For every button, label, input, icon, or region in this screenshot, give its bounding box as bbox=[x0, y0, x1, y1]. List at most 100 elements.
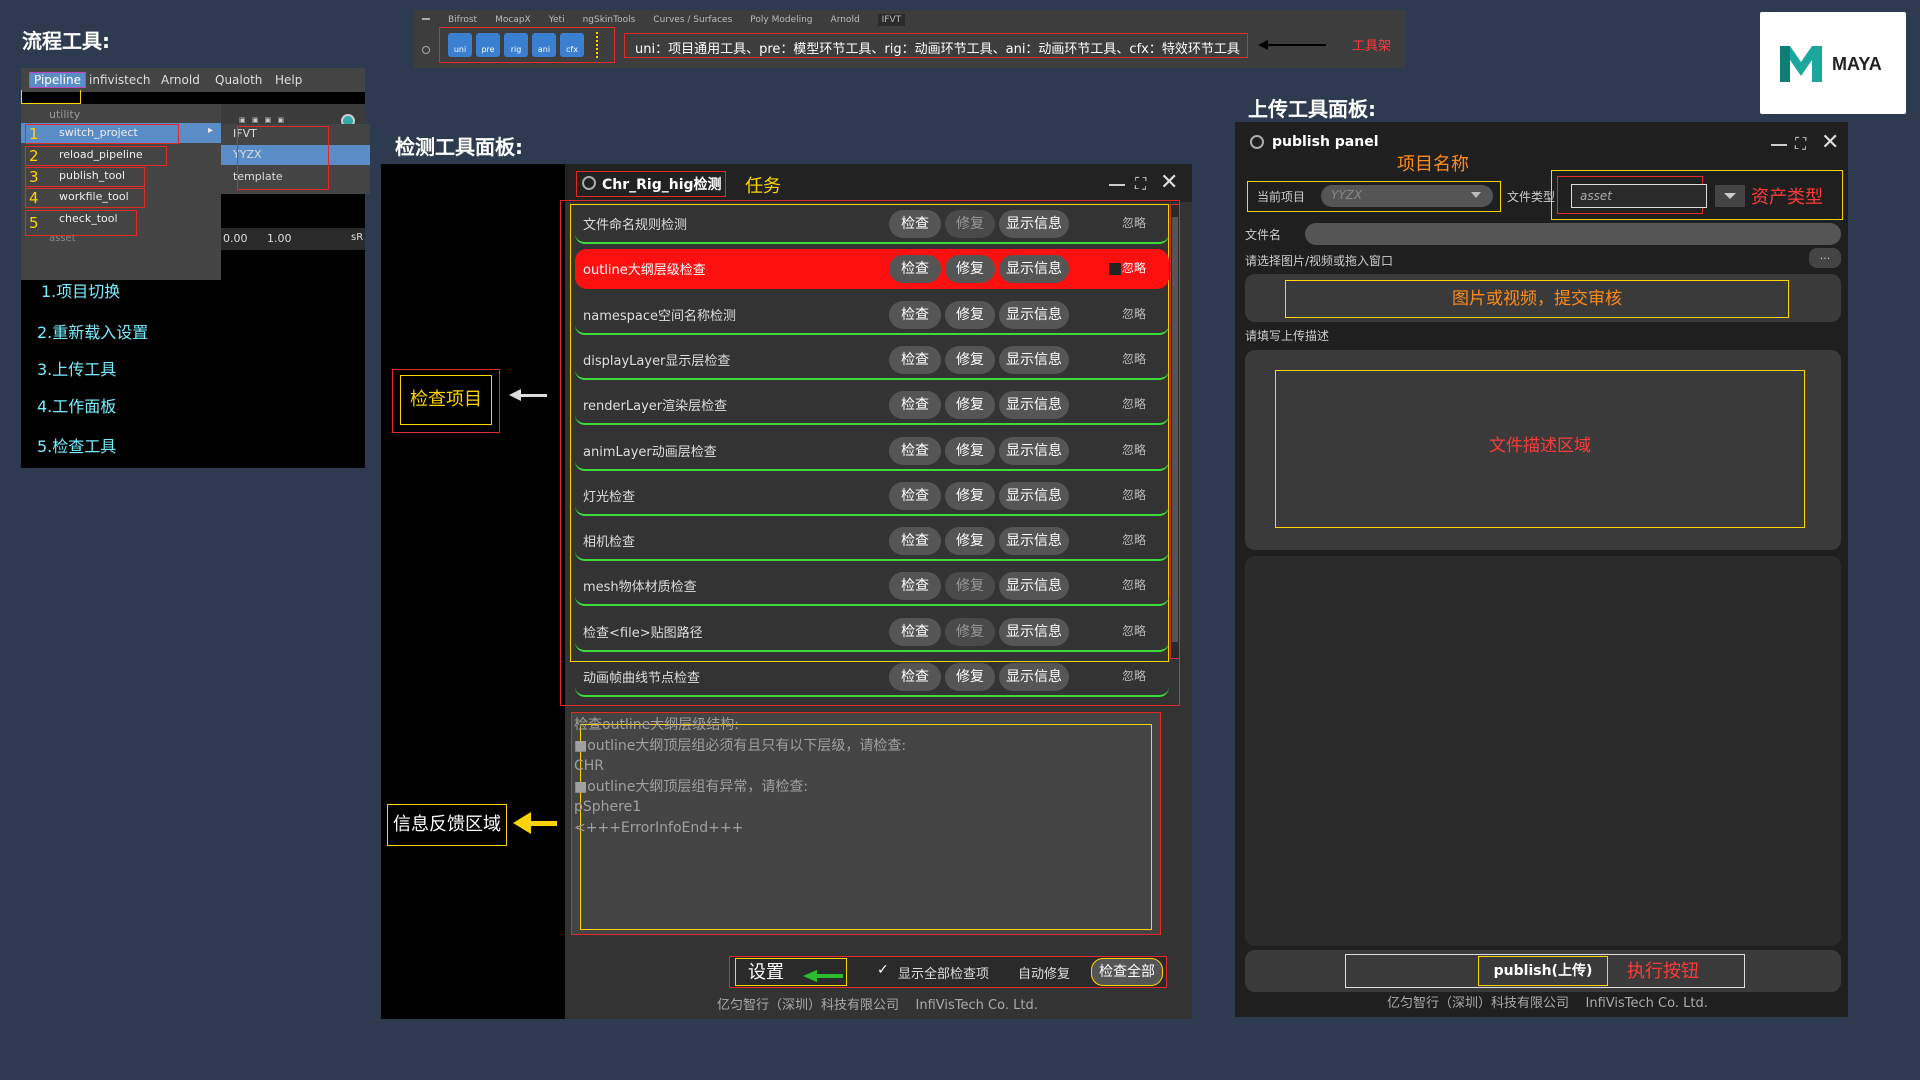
ignore-checkbox[interactable] bbox=[1109, 218, 1121, 230]
shelf-gear-icon[interactable] bbox=[422, 46, 430, 54]
check-button[interactable]: 检查 bbox=[889, 617, 941, 646]
show-info-button[interactable]: 显示信息 bbox=[999, 391, 1069, 420]
shelf-tab[interactable]: Arnold bbox=[831, 15, 860, 25]
fix-button[interactable]: 修复 bbox=[945, 572, 995, 601]
shelf-tab[interactable]: MocapX bbox=[495, 15, 531, 25]
maximize-icon[interactable]: ⛶ bbox=[1795, 134, 1806, 154]
shelf-icon-rig[interactable]: rig bbox=[504, 33, 528, 57]
check-button[interactable]: 检查 bbox=[889, 663, 941, 691]
check-button[interactable]: 检查 bbox=[889, 436, 941, 465]
show-info-button[interactable]: 显示信息 bbox=[999, 345, 1069, 374]
fix-button[interactable]: 修复 bbox=[945, 527, 995, 556]
shelf-icon-ani[interactable]: ani bbox=[532, 33, 556, 57]
filename-input[interactable] bbox=[1305, 223, 1841, 245]
ignore-checkbox[interactable] bbox=[1109, 580, 1121, 592]
shelf-tab[interactable]: Curves / Surfaces bbox=[653, 15, 732, 25]
minimize-icon[interactable] bbox=[1771, 144, 1787, 146]
fix-button[interactable]: 修复 bbox=[945, 391, 995, 420]
file-type-dropdown-button[interactable] bbox=[1715, 185, 1745, 207]
publish-button[interactable]: publish(上传) bbox=[1478, 956, 1608, 986]
check-button[interactable]: 检查 bbox=[889, 345, 941, 374]
ignore-label[interactable]: 忽略 bbox=[1122, 531, 1146, 548]
browse-button[interactable]: ... bbox=[1809, 248, 1841, 268]
ignore-checkbox[interactable] bbox=[1109, 309, 1121, 321]
shelf-menu-icon[interactable] bbox=[422, 18, 430, 20]
app-icon bbox=[1250, 135, 1264, 149]
ignore-label[interactable]: 忽略 bbox=[1122, 214, 1146, 231]
close-icon[interactable]: ✕ bbox=[1821, 130, 1839, 155]
ignore-label[interactable]: 忽略 bbox=[1122, 486, 1146, 503]
ignore-label[interactable]: 忽略 bbox=[1122, 441, 1146, 458]
shelf-icon-pre[interactable]: pre bbox=[476, 33, 500, 57]
shelf-tab[interactable]: Bifrost bbox=[448, 15, 477, 25]
shelf-icon-cfx[interactable]: cfx bbox=[560, 33, 584, 57]
check-button[interactable]: 检查 bbox=[889, 210, 941, 238]
ignore-checkbox[interactable] bbox=[1109, 399, 1121, 411]
ignore-label[interactable]: 忽略 bbox=[1122, 350, 1146, 367]
show-info-button[interactable]: 显示信息 bbox=[999, 300, 1069, 329]
show-info-button[interactable]: 显示信息 bbox=[999, 663, 1069, 691]
check-button[interactable]: 检查 bbox=[889, 572, 941, 601]
show-info-button[interactable]: 显示信息 bbox=[999, 481, 1069, 510]
ignore-label[interactable]: 忽略 bbox=[1122, 259, 1146, 276]
description-input[interactable]: 文件描述区域 bbox=[1245, 350, 1841, 550]
ignore-label[interactable]: 忽略 bbox=[1122, 395, 1146, 412]
fix-button[interactable]: 修复 bbox=[945, 345, 995, 374]
show-info-button[interactable]: 显示信息 bbox=[999, 436, 1069, 465]
ignore-label[interactable]: 忽略 bbox=[1122, 576, 1146, 593]
menu-infivistech[interactable]: infivistech bbox=[89, 73, 150, 87]
ignore-checkbox[interactable] bbox=[1109, 490, 1121, 502]
fix-button[interactable]: 修复 bbox=[945, 436, 995, 465]
value-field[interactable]: 1.00 bbox=[267, 232, 292, 245]
fix-button[interactable]: 修复 bbox=[945, 210, 995, 238]
feedback-area[interactable]: 检查outline大纲层级结构: ■outline大纲顶层组必须有且只有以下层级，… bbox=[571, 712, 1161, 935]
maximize-icon[interactable]: ⛶ bbox=[1135, 174, 1146, 194]
ignore-checkbox[interactable] bbox=[1109, 263, 1121, 276]
auto-fix-checkbox-label[interactable]: 自动修复 bbox=[1018, 963, 1070, 982]
fix-button[interactable]: 修复 bbox=[945, 255, 995, 284]
step-4: 4.工作面板 bbox=[37, 397, 117, 416]
ignore-label[interactable]: 忽略 bbox=[1122, 305, 1146, 322]
ignore-checkbox[interactable] bbox=[1109, 671, 1121, 683]
shelf-tab[interactable]: ngSkinTools bbox=[583, 15, 636, 25]
file-type-select[interactable]: asset bbox=[1571, 184, 1707, 208]
show-info-button[interactable]: 显示信息 bbox=[999, 527, 1069, 556]
shelf-tab-active[interactable]: IFVT bbox=[877, 14, 906, 26]
shelf-icon-uni[interactable]: uni bbox=[448, 33, 472, 57]
value-field[interactable]: 0.00 bbox=[223, 232, 248, 245]
ignore-checkbox[interactable] bbox=[1109, 445, 1121, 457]
scrollbar[interactable] bbox=[1170, 204, 1180, 659]
ignore-label[interactable]: 忽略 bbox=[1122, 667, 1146, 684]
shelf-tab[interactable]: Yeti bbox=[549, 15, 565, 25]
show-info-button[interactable]: 显示信息 bbox=[999, 255, 1069, 284]
check-button[interactable]: 检查 bbox=[889, 391, 941, 420]
ignore-label[interactable]: 忽略 bbox=[1122, 622, 1146, 639]
fix-button[interactable]: 修复 bbox=[945, 481, 995, 510]
check-button[interactable]: 检查 bbox=[889, 300, 941, 329]
menu-pipeline[interactable]: Pipeline bbox=[29, 72, 86, 88]
check-icon[interactable]: ✓ bbox=[877, 962, 891, 978]
minimize-icon[interactable] bbox=[1109, 184, 1125, 186]
menu-help[interactable]: Help bbox=[275, 73, 302, 87]
check-button[interactable]: 检查 bbox=[889, 255, 941, 284]
fix-button[interactable]: 修复 bbox=[945, 663, 995, 691]
check-button[interactable]: 检查 bbox=[889, 527, 941, 556]
close-icon[interactable]: ✕ bbox=[1160, 170, 1178, 195]
scrollbar-thumb[interactable] bbox=[1172, 217, 1178, 642]
show-info-button[interactable]: 显示信息 bbox=[999, 617, 1069, 646]
current-project-select[interactable]: YYZX bbox=[1321, 185, 1493, 207]
ignore-checkbox[interactable] bbox=[1109, 354, 1121, 366]
menu-qualoth[interactable]: Qualoth bbox=[215, 73, 262, 87]
show-info-button[interactable]: 显示信息 bbox=[999, 572, 1069, 601]
show-info-button[interactable]: 显示信息 bbox=[999, 210, 1069, 238]
show-all-checkbox-label[interactable]: 显示全部检查项 bbox=[898, 963, 989, 982]
fix-button[interactable]: 修复 bbox=[945, 300, 995, 329]
fix-button[interactable]: 修复 bbox=[945, 617, 995, 646]
shelf-tab[interactable]: Poly Modeling bbox=[750, 15, 812, 25]
ignore-checkbox[interactable] bbox=[1109, 626, 1121, 638]
check-button[interactable]: 检查 bbox=[889, 481, 941, 510]
media-drop-zone[interactable]: 图片或视频，提交审核 bbox=[1245, 274, 1841, 322]
menu-arnold[interactable]: Arnold bbox=[161, 73, 200, 87]
check-all-button[interactable]: 检查全部 bbox=[1091, 958, 1163, 986]
ignore-checkbox[interactable] bbox=[1109, 535, 1121, 547]
